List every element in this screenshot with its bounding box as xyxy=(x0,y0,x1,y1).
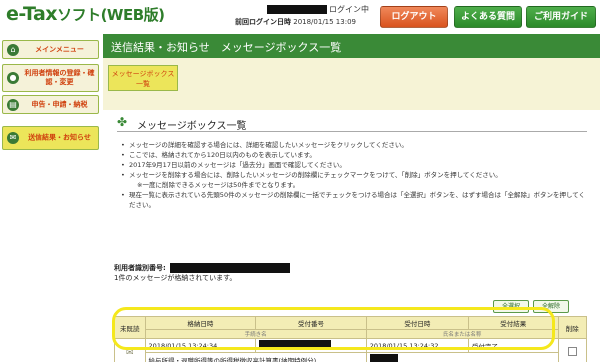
sidebar-item-results[interactable]: ✉ 送信結果・お知らせ xyxy=(2,126,99,150)
page: e-Taxソフト(WEB版) ログイン中 前回ログイン日時 2018/01/15… xyxy=(0,0,600,362)
redacted-receipt-no xyxy=(259,340,332,349)
delete-checkbox[interactable] xyxy=(567,347,577,356)
select-all-button[interactable]: 全選択 xyxy=(493,300,529,313)
sidebar: ⌂ メインメニュー ● 利用者情報の登録・確認・変更 ▤ 申告・申請・納税 ✉ … xyxy=(0,34,101,362)
document-icon: ▤ xyxy=(7,98,19,111)
sidebar-item-label: 送信結果・お知らせ xyxy=(28,133,91,142)
sidebar-item-label: メインメニュー xyxy=(35,45,84,53)
col-result: 受付結果 xyxy=(467,316,559,330)
login-status-text: ログイン中 xyxy=(329,5,369,14)
instruction-item: メッセージを削除する場合には、削除したいメッセージの削除欄にチェックマークをつけ… xyxy=(121,170,591,180)
section-heading: ✤ メッセージボックス一覧 xyxy=(117,115,587,132)
page-title: 送信結果・お知らせ メッセージボックス一覧 xyxy=(111,41,342,54)
home-icon: ⌂ xyxy=(7,43,19,56)
login-info: ログイン中 前回ログイン日時 2018/01/15 13:09 xyxy=(233,4,371,30)
sidebar-item-label: 申告・申請・納税 xyxy=(31,100,88,108)
col-name: 氏名または名称 xyxy=(365,329,559,339)
clover-icon: ✤ xyxy=(117,115,128,129)
sidebar-item-main-menu[interactable]: ⌂ メインメニュー xyxy=(2,40,99,59)
col-delete: 削除 xyxy=(557,316,588,339)
receipt-no-cell xyxy=(255,338,367,353)
envelope-icon: ✉ xyxy=(114,338,146,362)
instruction-item: 現在一覧に表示されている先頭50件のメッセージの削除欄に一括でチェックをつける場… xyxy=(121,190,591,210)
app-logo: e-Taxソフト(WEB版) xyxy=(6,3,165,25)
faq-button[interactable]: よくある質問 xyxy=(454,6,522,28)
user-id: 利用者識別番号: xyxy=(114,263,290,273)
table-row[interactable]: ✉ 2018/01/15 13:24:34 2018/01/15 13:24:3… xyxy=(114,338,588,362)
col-procedure: 手続き名 xyxy=(144,329,367,339)
instruction-item: メッセージの詳細を確認する場合には、詳細を確認したいメッセージをクリックしてくだ… xyxy=(121,140,591,150)
logo-sub: ソフト(WEB版) xyxy=(57,6,165,24)
mail-icon: ✉ xyxy=(7,132,19,144)
table-subheader-row: 手続き名 氏名または名称 xyxy=(115,329,587,339)
deselect-all-button[interactable]: 全解除 xyxy=(533,300,569,313)
header: e-Taxソフト(WEB版) ログイン中 前回ログイン日時 2018/01/15… xyxy=(0,0,600,34)
delete-cell xyxy=(557,338,588,362)
last-login-label: 前回ログイン日時 xyxy=(235,18,291,26)
table-header-row: 未既読 格納日時 受付番号 受付日時 受付結果 削除 xyxy=(114,316,588,339)
redacted-username xyxy=(267,5,327,14)
last-login-value: 2018/01/15 13:09 xyxy=(293,18,356,26)
col-received-at: 受付日時 xyxy=(365,316,469,330)
sidebar-item-user-info[interactable]: ● 利用者情報の登録・確認・変更 xyxy=(2,64,99,92)
section-title: メッセージボックス一覧 xyxy=(137,121,247,132)
message-table: 未既読 格納日時 受付番号 受付日時 受付結果 削除 手続き名 氏名または名称 … xyxy=(114,316,588,362)
result-cell: 受付完了 xyxy=(467,338,559,353)
main-panel: 送信結果・お知らせ メッセージボックス一覧 メッセージボックス一覧 ✤ メッセー… xyxy=(103,34,600,362)
instructions: メッセージの詳細を確認する場合には、詳細を確認したいメッセージをクリックしてくだ… xyxy=(121,140,591,210)
instruction-item: ここでは、格納されてから120日以内のものを表示しています。 xyxy=(121,150,591,160)
redacted-name xyxy=(369,354,398,362)
guide-button[interactable]: ご利用ガイド xyxy=(526,6,596,28)
procedure-cell[interactable]: 給与所得・退職所得等の所得税徴収高計算書(納期特例分) xyxy=(144,352,367,362)
col-receipt-no: 受付番号 xyxy=(255,316,367,330)
sidebar-item-filing[interactable]: ▤ 申告・申請・納税 xyxy=(2,95,99,114)
last-login: 前回ログイン日時 2018/01/15 13:09 xyxy=(235,17,356,27)
name-cell xyxy=(365,352,559,362)
user-id-label: 利用者識別番号: xyxy=(114,264,166,272)
redacted-user-id xyxy=(169,263,290,273)
col-stored-at: 格納日時 xyxy=(144,316,257,330)
message-count: 1件のメッセージが格納されています。 xyxy=(114,274,237,282)
stored-at-cell: 2018/01/15 13:24:34 xyxy=(144,338,257,353)
sidebar-item-label: 利用者情報の登録・確認・変更 xyxy=(24,69,95,86)
received-at-cell: 2018/01/15 13:24:32 xyxy=(365,338,469,353)
content: ✤ メッセージボックス一覧 メッセージの詳細を確認する場合には、詳細を確認したい… xyxy=(103,110,600,362)
col-unread: 未既読 xyxy=(114,316,146,339)
logout-button[interactable]: ログアウト xyxy=(380,6,448,28)
logo-main: e-Tax xyxy=(6,3,58,25)
instruction-note: ※一度に削除できるメッセージは50件までとなります。 xyxy=(137,181,300,189)
table-row-detail[interactable]: 給与所得・退職所得等の所得税徴収高計算書(納期特例分) xyxy=(115,352,587,362)
tab-message-box-list[interactable]: メッセージボックス一覧 xyxy=(108,65,178,91)
user-icon: ● xyxy=(7,72,19,84)
login-status: ログイン中 xyxy=(267,4,369,15)
instruction-item: 2017年9月17日以前のメッセージは「過去分」画面で確認してください。 xyxy=(121,160,591,170)
title-bar: 送信結果・お知らせ メッセージボックス一覧 xyxy=(103,34,600,58)
